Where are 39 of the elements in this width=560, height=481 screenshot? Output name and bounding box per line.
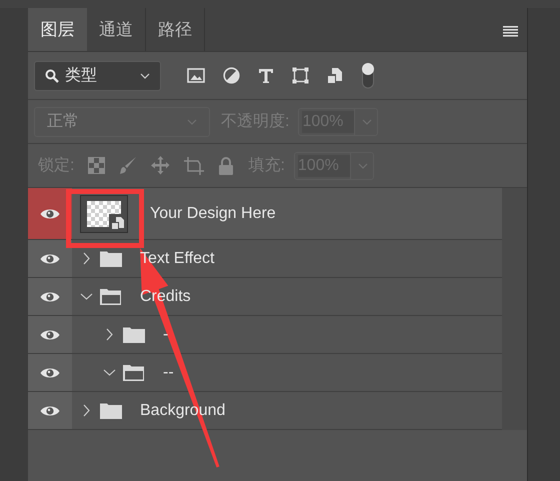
open-folder-icon: [123, 364, 145, 381]
chevron-right-icon[interactable]: [106, 328, 112, 341]
panel-tab[interactable]: 路径: [146, 8, 205, 51]
toggle-switch[interactable]: [361, 62, 375, 88]
transform-icon[interactable]: [292, 67, 309, 84]
scrollbar-track[interactable]: [502, 188, 527, 430]
filter-value: 类型: [65, 66, 98, 86]
filter-dropdown[interactable]: 类型: [34, 60, 161, 90]
caret-icon: [140, 72, 150, 78]
smart-object-icon[interactable]: [327, 67, 343, 84]
open-folder-icon: [100, 288, 122, 305]
half-circle-icon[interactable]: [223, 67, 240, 84]
eye-icon[interactable]: [40, 404, 60, 416]
layer-name: --: [163, 362, 174, 382]
folder-icon: [123, 326, 145, 343]
chevron-down-icon[interactable]: [80, 293, 92, 300]
layer-thumbnail: [80, 194, 128, 232]
eye-icon[interactable]: [40, 328, 60, 340]
blend-mode-value: 正常: [47, 112, 80, 132]
layer-name: Your Design Here: [150, 204, 276, 224]
folder-icon: [100, 402, 122, 419]
chevron-right-icon[interactable]: [82, 252, 90, 265]
eye-icon[interactable]: [40, 208, 60, 220]
menu-icon[interactable]: [503, 26, 518, 37]
checkerboard-icon[interactable]: [88, 157, 106, 174]
panel-tab[interactable]: 通道: [87, 8, 146, 51]
panel-tab[interactable]: 图层: [28, 8, 87, 51]
chevron-down-icon[interactable]: [102, 369, 116, 376]
folder-icon: [100, 250, 122, 267]
caret-icon: [187, 118, 197, 124]
layer-row[interactable]: --: [28, 354, 502, 392]
type-icon[interactable]: [258, 68, 274, 84]
search-icon: [45, 68, 59, 82]
eye-icon[interactable]: [40, 290, 60, 302]
layer-row[interactable]: Your Design Here: [28, 188, 502, 240]
eye-icon[interactable]: [40, 366, 60, 378]
eye-icon[interactable]: [40, 252, 60, 264]
image-icon[interactable]: [187, 68, 205, 83]
chevron-right-icon[interactable]: [82, 404, 90, 417]
